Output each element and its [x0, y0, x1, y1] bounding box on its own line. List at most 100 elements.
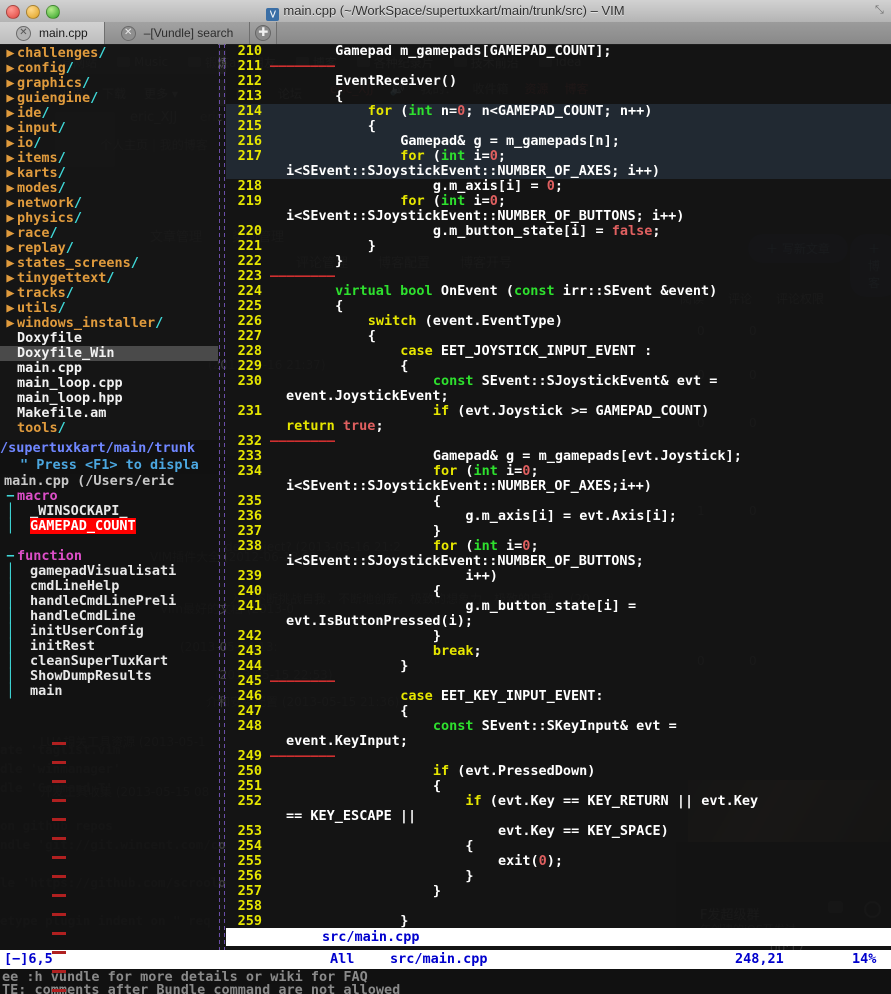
- chevron-right-icon[interactable]: ▶: [4, 136, 17, 151]
- chevron-right-icon[interactable]: ▶: [4, 271, 17, 286]
- nerdtree-item-main-cpp[interactable]: main.cpp: [0, 361, 218, 376]
- code-editor-pane[interactable]: 210 Gamepad m_gamepads[GAMEPAD_COUNT]; 21…: [226, 44, 891, 928]
- code-line[interactable]: 248 const SEvent::SKeyInput& evt =: [226, 719, 891, 734]
- code-line[interactable]: 242 }: [226, 629, 891, 644]
- chevron-right-icon[interactable]: ▶: [4, 46, 17, 61]
- code-line[interactable]: 213 {: [226, 89, 891, 104]
- chevron-right-icon[interactable]: ▶: [4, 241, 17, 256]
- nerdtree-item-modes[interactable]: ▶ modes/: [0, 181, 218, 196]
- code-line[interactable]: 221 }: [226, 239, 891, 254]
- chevron-right-icon[interactable]: ▶: [4, 181, 17, 196]
- code-line-continuation[interactable]: i<SEvent::SJoystickEvent::NUMBER_OF_BUTT…: [226, 209, 891, 224]
- nerdtree-item-doxyfile[interactable]: Doxyfile: [0, 331, 218, 346]
- code-line[interactable]: 235 {: [226, 494, 891, 509]
- code-line[interactable]: 222 }: [226, 254, 891, 269]
- code-line[interactable]: 218 g.m_axis[i] = 0;: [226, 179, 891, 194]
- tagbar-panel[interactable]: main.cpp (/Users/eric − macro │ _WINSOCKAPI_…: [0, 474, 218, 950]
- code-line-continuation[interactable]: i<SEvent::SJoystickEvent::NUMBER_OF_BUTT…: [226, 554, 891, 569]
- nerdtree-item-main-loop-cpp[interactable]: main_loop.cpp: [0, 376, 218, 391]
- new-tab-button[interactable]: ✚: [250, 22, 278, 44]
- chevron-right-icon[interactable]: ▶: [4, 286, 17, 301]
- code-line[interactable]: 251 {: [226, 779, 891, 794]
- code-line[interactable]: 255 exit(0);: [226, 854, 891, 869]
- code-line[interactable]: 254 {: [226, 839, 891, 854]
- code-line[interactable]: 250 if (evt.PressedDown): [226, 764, 891, 779]
- code-line-continuation[interactable]: i<SEvent::SJoystickEvent::NUMBER_OF_AXES…: [226, 479, 891, 494]
- nerdtree-item-main-loop-hpp[interactable]: main_loop.hpp: [0, 391, 218, 406]
- nerdtree-item-challenges[interactable]: ▶ challenges/: [0, 46, 218, 61]
- tagbar-tag-gamepadvisualisati[interactable]: │ gamepadVisualisati: [0, 564, 218, 579]
- resize-icon[interactable]: ⤡: [875, 4, 887, 16]
- code-line-continuation[interactable]: return true;: [226, 419, 891, 434]
- chevron-right-icon[interactable]: ▶: [4, 256, 17, 271]
- chevron-right-icon[interactable]: ▶: [4, 301, 17, 316]
- nerdtree-item-network[interactable]: ▶ network/: [0, 196, 218, 211]
- close-icon[interactable]: ✕: [120, 25, 136, 41]
- code-line[interactable]: 252 if (evt.Key == KEY_RETURN || evt.Key: [226, 794, 891, 809]
- code-line[interactable]: 229 {: [226, 359, 891, 374]
- code-line[interactable]: 247 {: [226, 704, 891, 719]
- tagbar-tag-handlecmdlinepreli[interactable]: │ handleCmdLinePreli: [0, 594, 218, 609]
- code-line[interactable]: 258: [226, 899, 891, 914]
- nerdtree-item-windows-installer[interactable]: ▶ windows_installer/: [0, 316, 218, 331]
- tagbar-tag-showdumpresults[interactable]: │ ShowDumpResults: [0, 669, 218, 684]
- code-line[interactable]: 228 case EET_JOYSTICK_INPUT_EVENT :: [226, 344, 891, 359]
- code-line[interactable]: 215 {: [226, 119, 891, 134]
- nerdtree-item-karts[interactable]: ▶ karts/: [0, 166, 218, 181]
- nerdtree-item-input[interactable]: ▶ input/: [0, 121, 218, 136]
- code-line[interactable]: 244 }: [226, 659, 891, 674]
- tagbar-tag-gamepad-count[interactable]: │ GAMEPAD_COUNT: [0, 518, 218, 534]
- chevron-right-icon[interactable]: ▶: [4, 151, 17, 166]
- code-line-continuation[interactable]: == KEY_ESCAPE ||: [226, 809, 891, 824]
- code-line[interactable]: 230 const SEvent::SJoystickEvent& evt =: [226, 374, 891, 389]
- code-line[interactable]: 234 for (int i=0;: [226, 464, 891, 479]
- nerdtree-item-states-screens[interactable]: ▶ states_screens/: [0, 256, 218, 271]
- code-line[interactable]: 223 ————————: [226, 269, 891, 284]
- tab-main-cpp[interactable]: ✕ main.cpp: [0, 22, 105, 44]
- code-line[interactable]: 253 evt.Key == KEY_SPACE): [226, 824, 891, 839]
- code-line-continuation[interactable]: i<SEvent::SJoystickEvent::NUMBER_OF_AXES…: [226, 164, 891, 179]
- nerdtree-panel[interactable]: ▶ challenges/▶ config/▶ graphics/▶ guiengine…: [0, 44, 218, 442]
- nerdtree-item-physics[interactable]: ▶ physics/: [0, 211, 218, 226]
- nerdtree-item-doxyfile-win[interactable]: Doxyfile_Win: [0, 346, 218, 361]
- tagbar-tag--winsockapi-[interactable]: │ _WINSOCKAPI_: [0, 504, 218, 519]
- code-line[interactable]: 239 i++): [226, 569, 891, 584]
- code-line[interactable]: 227 {: [226, 329, 891, 344]
- nerdtree-item-io[interactable]: ▶ io/: [0, 136, 218, 151]
- code-line[interactable]: 211 ————————: [226, 59, 891, 74]
- code-line[interactable]: 241 g.m_button_state[i] =: [226, 599, 891, 614]
- nerdtree-item-tools[interactable]: tools/: [0, 421, 218, 436]
- code-line[interactable]: 212 EventReceiver(): [226, 74, 891, 89]
- code-line[interactable]: 237 }: [226, 524, 891, 539]
- tagbar-tag-main[interactable]: │ main: [0, 684, 218, 699]
- chevron-right-icon[interactable]: ▶: [4, 316, 17, 331]
- code-line[interactable]: 231 if (evt.Joystick >= GAMEPAD_COUNT): [226, 404, 891, 419]
- code-line[interactable]: 217 for (int i=0;: [226, 149, 891, 164]
- fold-toggle-icon[interactable]: −: [4, 489, 17, 504]
- code-line[interactable]: 238 for (int i=0;: [226, 539, 891, 554]
- chevron-right-icon[interactable]: ▶: [4, 166, 17, 181]
- nerdtree-item-utils[interactable]: ▶ utils/: [0, 301, 218, 316]
- code-line-continuation[interactable]: event.JoystickEvent;: [226, 389, 891, 404]
- code-line[interactable]: 256 }: [226, 869, 891, 884]
- nerdtree-item-replay[interactable]: ▶ replay/: [0, 241, 218, 256]
- nerdtree-item-graphics[interactable]: ▶ graphics/: [0, 76, 218, 91]
- nerdtree-item-makefile-am[interactable]: Makefile.am: [0, 406, 218, 421]
- chevron-right-icon[interactable]: ▶: [4, 211, 17, 226]
- code-line[interactable]: 232 ————————: [226, 434, 891, 449]
- tagbar-tag-cleansupertuxkart[interactable]: │ cleanSuperTuxKart: [0, 654, 218, 669]
- code-line[interactable]: 236 g.m_axis[i] = evt.Axis[i];: [226, 509, 891, 524]
- code-line-continuation[interactable]: evt.IsButtonPressed(i);: [226, 614, 891, 629]
- fold-toggle-icon[interactable]: −: [4, 549, 17, 564]
- code-line[interactable]: 224 virtual bool OnEvent (const irr::SEv…: [226, 284, 891, 299]
- code-line[interactable]: 216 Gamepad& g = m_gamepads[n];: [226, 134, 891, 149]
- close-icon[interactable]: ✕: [16, 25, 31, 41]
- tagbar-tag-handlecmdline[interactable]: │ handleCmdLine: [0, 609, 218, 624]
- nerdtree-item-tracks[interactable]: ▶ tracks/: [0, 286, 218, 301]
- chevron-right-icon[interactable]: ▶: [4, 226, 17, 241]
- chevron-right-icon[interactable]: ▶: [4, 121, 17, 136]
- code-line[interactable]: 259 }: [226, 914, 891, 929]
- code-line[interactable]: 233 Gamepad& g = m_gamepads[evt.Joystick…: [226, 449, 891, 464]
- code-line[interactable]: 225 {: [226, 299, 891, 314]
- code-line[interactable]: 219 for (int i=0;: [226, 194, 891, 209]
